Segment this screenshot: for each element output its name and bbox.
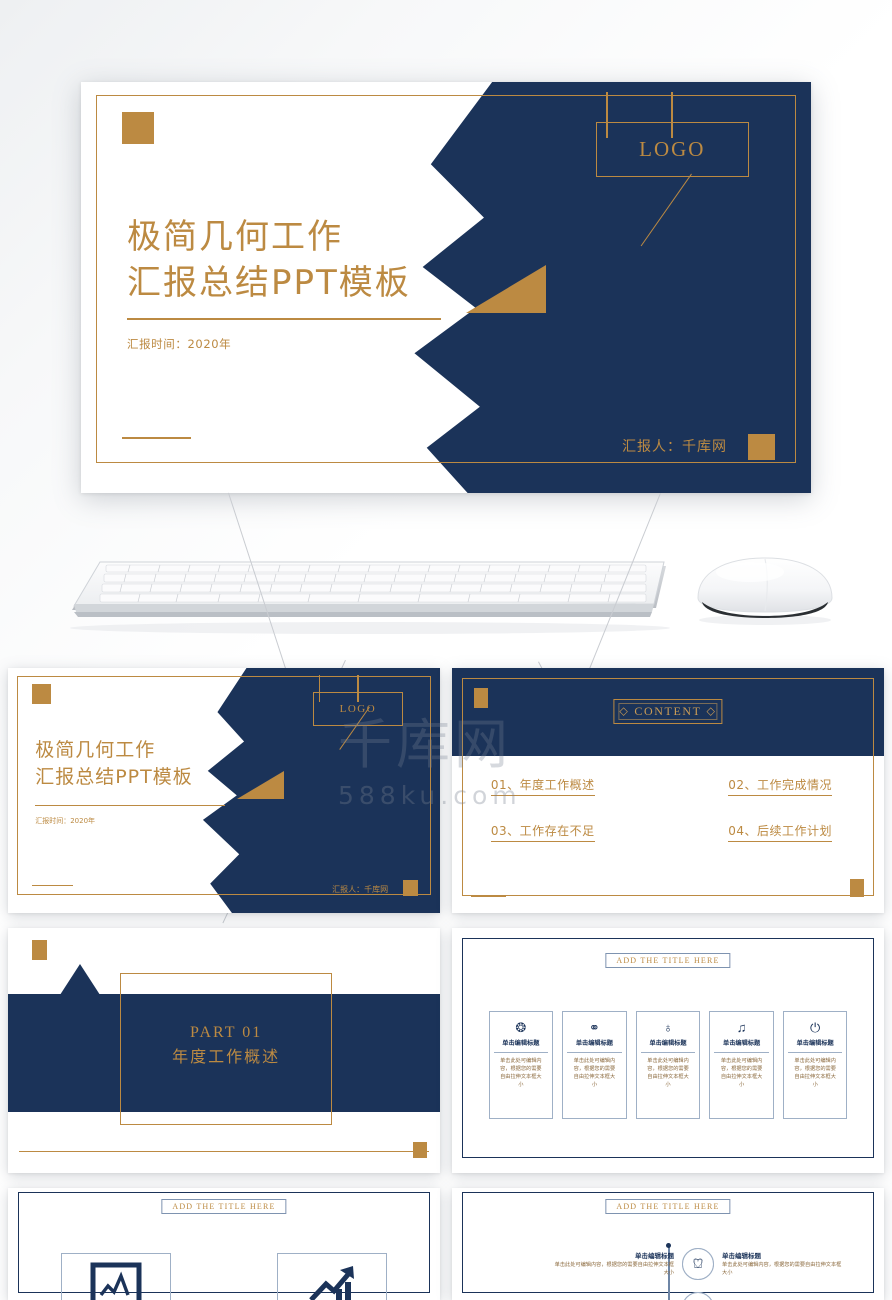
card-heading: 单击编辑标题 <box>723 1040 761 1048</box>
accent-underline <box>471 895 506 898</box>
report-date: 汇报时间：2020年 <box>35 817 96 826</box>
card-body: 单击此处可编辑内容，根据您的需要自由拉伸文本框大小 <box>500 1058 542 1088</box>
content-badge-label: CONTENT <box>634 703 702 718</box>
bulb-icon: ♁ <box>663 1020 673 1036</box>
part-heading: PART 01 年度工作概述 <box>172 1024 281 1066</box>
ornament-right-icon: ◇ <box>706 705 717 718</box>
logo-placeholder: LOGO <box>595 122 749 178</box>
content-badge: ◇ CONTENT ◇ <box>613 698 723 724</box>
thumb-title-slide[interactable]: LOGO 极简几何工作 汇报总结PPT模板 汇报时间：2020年 汇报人：千库网 <box>8 668 440 913</box>
card-body: 单击此处可编辑内容，根据您的需要自由拉伸文本框大小 <box>720 1058 763 1088</box>
card-divider <box>714 1052 769 1054</box>
thumb-cards-slide[interactable]: ADD THE TITLE HERE ❂ 单击编辑标题 单击此处可编辑内容，根据… <box>452 928 884 1173</box>
card-item[interactable]: ♫ 单击编辑标题 单击此处可编辑内容，根据您的需要自由拉伸文本框大小 <box>709 1011 774 1120</box>
keyboard-image <box>70 561 670 634</box>
presenter-label: 汇报人：千库网 <box>332 884 389 894</box>
report-date: 汇报时间：2020年 <box>126 336 232 351</box>
line-chart-icon <box>90 1262 142 1300</box>
gold-square-bottom-right <box>413 1141 428 1158</box>
card-heading: 单击编辑标题 <box>575 1040 613 1048</box>
slide-title: ADD THE TITLE HERE <box>605 952 731 968</box>
accent-underline <box>32 885 74 887</box>
thumb-chart-slide[interactable]: ADD THE TITLE HERE <box>8 1188 440 1300</box>
chart-box-list <box>8 1252 440 1300</box>
navy-peak-shape <box>57 963 102 998</box>
gold-triangle <box>236 770 284 799</box>
title-divider <box>126 318 441 320</box>
thumb-cards-canvas: ADD THE TITLE HERE ❂ 单击编辑标题 单击此处可编辑内容，根据… <box>452 928 884 1173</box>
device-mockup-band <box>0 528 892 660</box>
thumb-chart-canvas: ADD THE TITLE HERE <box>8 1188 440 1300</box>
thumb-title-canvas: LOGO 极简几何工作 汇报总结PPT模板 汇报时间：2020年 汇报人：千库网 <box>8 668 440 913</box>
card-item[interactable]: ❂ 单击编辑标题 单击此处可编辑内容，根据您的需要自由拉伸文本框大小 <box>488 1011 553 1120</box>
card-divider <box>567 1052 622 1054</box>
content-item-04[interactable]: 04、后续工作计划 <box>728 822 832 842</box>
card-heading: 单击编辑标题 <box>502 1040 540 1048</box>
graduation-icon: ⎕ <box>682 1248 714 1281</box>
card-body: 单击此处可编辑内容，根据您的需要自由拉伸文本框大小 <box>573 1058 616 1088</box>
card-item[interactable]: ⚭ 单击编辑标题 单击此处可编辑内容，根据您的需要自由拉伸文本框大小 <box>562 1011 627 1120</box>
content-item-03[interactable]: 03、工作存在不足 <box>490 822 595 842</box>
thumb-timeline-canvas: ADD THE TITLE HERE 单击编辑标题 单击此处可编辑内容，根据您的… <box>452 1188 884 1300</box>
timeline-row[interactable]: ⎕ 单击编辑标题 单击此处可编辑内容，根据您的需要自由拉伸文本框大小 <box>452 1248 884 1281</box>
gold-square-top-left <box>473 687 489 709</box>
timeline-text: 单击编辑标题 单击此处可编辑内容，根据您的需要自由拉伸文本框大小 <box>722 1250 842 1278</box>
thumb-part-canvas: PART 01 年度工作概述 <box>8 928 440 1173</box>
timeline: 单击编辑标题 单击此处可编辑内容，根据您的需要自由拉伸文本框大小 ♡ ⎕ 单击编… <box>452 1243 884 1300</box>
mouse-image <box>697 557 833 625</box>
thumb-timeline-slide[interactable]: ADD THE TITLE HERE 单击编辑标题 单击此处可编辑内容，根据您的… <box>452 1188 884 1300</box>
gold-square-bottom-right <box>748 433 775 461</box>
gold-triangle <box>466 264 547 313</box>
content-item-list: 01、年度工作概述 02、工作完成情况 03、工作存在不足 04、后续工作计划 <box>490 776 845 842</box>
content-item-02[interactable]: 02、工作完成情况 <box>728 776 832 796</box>
card-divider <box>640 1052 696 1054</box>
hero-slide[interactable]: LOGO 极简几何工作 汇报总结PPT模板 汇报时间：2020年 汇报人：千库网 <box>81 82 811 493</box>
accent-underline <box>121 437 192 439</box>
card-divider <box>493 1052 548 1054</box>
timeline-body: 单击此处可编辑内容，根据您的需要自由拉伸文本框大小 <box>722 1262 842 1277</box>
gold-square-bottom-right <box>850 878 865 898</box>
gold-square-top-left <box>32 683 52 704</box>
card-item[interactable]: ⏻ 单击编辑标题 单击此处可编辑内容，根据您的需要自由拉伸文本框大小 <box>783 1011 848 1120</box>
card-body: 单击此处可编辑内容，根据您的需要自由拉伸文本框大小 <box>794 1058 836 1088</box>
gold-baseline <box>18 1151 430 1153</box>
slide-title: ADD THE TITLE HERE <box>605 1199 731 1215</box>
card-list: ❂ 单击编辑标题 单击此处可编辑内容，根据您的需要自由拉伸文本框大小 ⚭ 单击编… <box>488 1011 848 1120</box>
hero-slide-canvas: LOGO 极简几何工作 汇报总结PPT模板 汇报时间：2020年 汇报人：千库网 <box>81 82 811 493</box>
link-icon: ⚭ <box>588 1020 600 1036</box>
gold-square-top-left <box>121 112 154 145</box>
chart-box[interactable] <box>61 1252 171 1300</box>
card-body: 单击此处可编辑内容，根据您的需要自由拉伸文本框大小 <box>647 1058 689 1088</box>
thumb-content-slide[interactable]: ◇ CONTENT ◇ 01、年度工作概述 02、工作完成情况 03、工作存在不… <box>452 668 884 913</box>
card-heading: 单击编辑标题 <box>796 1040 834 1048</box>
timeline-row[interactable] <box>452 1292 884 1300</box>
gold-square-bottom-right <box>402 879 419 896</box>
power-icon: ⏻ <box>810 1020 821 1036</box>
card-divider <box>788 1052 843 1054</box>
headphone-icon: ♫ <box>736 1020 747 1036</box>
title-divider <box>35 805 226 807</box>
circle-icon <box>682 1292 714 1300</box>
slide-title: ADD THE TITLE HERE <box>161 1199 287 1215</box>
page-title: 极简几何工作 汇报总结PPT模板 <box>126 216 411 304</box>
ornament-left-icon: ◇ <box>619 705 630 718</box>
content-item-01[interactable]: 01、年度工作概述 <box>490 776 595 796</box>
card-heading: 单击编辑标题 <box>649 1040 687 1048</box>
page-title: 极简几何工作 汇报总结PPT模板 <box>35 738 193 788</box>
compass-icon: ❂ <box>515 1020 527 1036</box>
thumb-part-slide[interactable]: PART 01 年度工作概述 <box>8 928 440 1173</box>
presenter-label: 汇报人：千库网 <box>622 439 728 456</box>
thumb-content-canvas: ◇ CONTENT ◇ 01、年度工作概述 02、工作完成情况 03、工作存在不… <box>452 668 884 913</box>
gold-square-top-left <box>32 940 47 960</box>
growth-arrow-icon <box>309 1265 354 1300</box>
chart-box[interactable] <box>277 1252 387 1300</box>
card-item[interactable]: ♁ 单击编辑标题 单击此处可编辑内容，根据您的需要自由拉伸文本框大小 <box>635 1011 701 1120</box>
timeline-heading: 单击编辑标题 <box>722 1252 761 1261</box>
